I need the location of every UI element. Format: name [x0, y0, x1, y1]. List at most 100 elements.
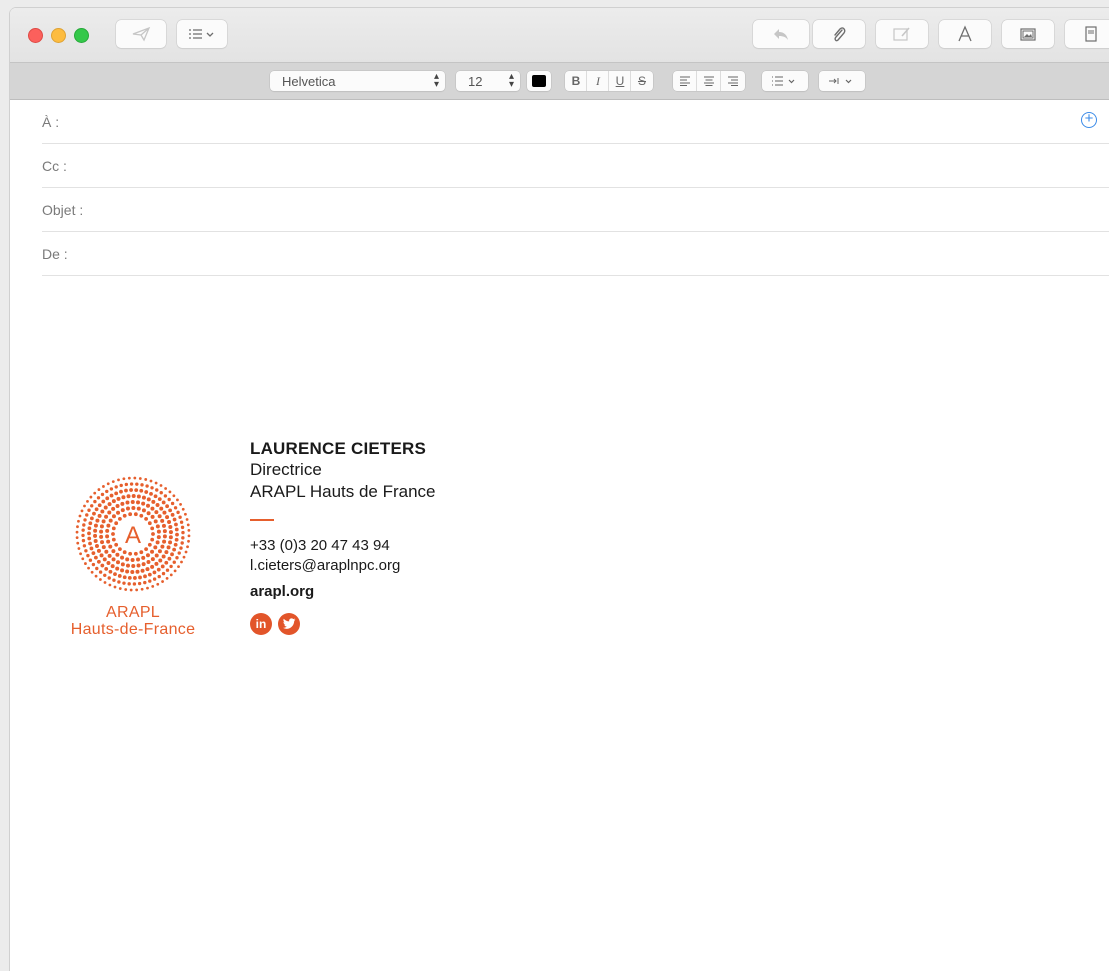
logo-dot — [96, 548, 101, 553]
logo-dot — [78, 514, 82, 518]
text-color-button[interactable] — [527, 71, 551, 91]
font-size-select[interactable]: 12 ▴ ▾ — [456, 71, 520, 91]
logo-dot — [146, 560, 151, 565]
send-button[interactable] — [116, 20, 166, 48]
logo-dot — [133, 512, 138, 517]
logo-dot — [157, 514, 162, 519]
logo-dot — [138, 477, 142, 480]
logo-dot — [88, 541, 92, 546]
logo-dot — [144, 547, 148, 552]
logo-dot — [145, 567, 150, 572]
logo-dot — [167, 497, 171, 502]
twitter-bird-icon — [282, 618, 295, 629]
markup-button[interactable] — [876, 20, 928, 48]
logo-dot — [87, 566, 90, 570]
logo-dot — [161, 571, 166, 576]
logo-dot — [99, 534, 104, 539]
italic-button[interactable]: I — [587, 71, 609, 91]
logo-dot — [88, 521, 93, 526]
logo-dot — [160, 518, 165, 523]
logo-dot — [108, 544, 113, 549]
signature-website[interactable]: arapl.org — [250, 583, 436, 600]
zoom-window-button[interactable] — [74, 28, 89, 43]
bold-button[interactable]: B — [565, 71, 587, 91]
logo-dot — [111, 499, 116, 504]
align-right-button[interactable] — [721, 71, 745, 91]
logo-dot — [155, 502, 160, 507]
logo-dot — [101, 499, 106, 504]
font-family-select[interactable]: Helvetica ▴ ▾ — [270, 71, 445, 91]
logo-dot — [144, 478, 148, 481]
logo-dot — [173, 542, 178, 547]
logo-dot — [106, 561, 111, 566]
logo-dot — [98, 578, 102, 581]
logo-dot — [173, 569, 177, 573]
underline-button[interactable]: U — [609, 71, 631, 91]
text-color-swatch — [532, 75, 546, 87]
align-left-button[interactable] — [673, 71, 697, 91]
logo-dot — [169, 564, 173, 569]
stationery-button[interactable] — [1065, 20, 1109, 48]
logo-dot — [94, 544, 99, 549]
twitter-icon[interactable] — [278, 612, 300, 635]
logo-dot — [99, 524, 104, 529]
logo-dot — [103, 505, 108, 510]
logo-dot — [94, 507, 99, 512]
window-controls — [28, 28, 89, 43]
header-fields-menu-button[interactable] — [177, 20, 227, 48]
logo-dot — [158, 558, 163, 563]
subject-field[interactable]: Objet : — [42, 188, 1109, 232]
logo-dot — [122, 575, 127, 580]
logo-dot — [180, 541, 184, 545]
logo-dot — [150, 557, 155, 562]
plus-circle-icon[interactable]: + — [1081, 111, 1097, 128]
logo-dot — [93, 491, 97, 495]
minimize-window-button[interactable] — [51, 28, 66, 43]
logo-dot — [109, 487, 114, 491]
style-buttons: B I U S — [565, 71, 653, 91]
logo-dot — [147, 521, 152, 526]
logo-dot — [95, 566, 99, 571]
indent-button[interactable] — [819, 71, 865, 91]
logo-dot — [156, 582, 160, 586]
logo-dot — [96, 496, 101, 500]
signature-phone: +33 (0)3 20 47 43 94 — [250, 536, 390, 554]
from-field[interactable]: De : — [42, 232, 1109, 276]
reply-button[interactable] — [753, 20, 809, 48]
list-style-button[interactable] — [762, 71, 808, 91]
signature-email[interactable]: l.cieters@araplnpc.org — [250, 556, 436, 576]
logo-dot — [118, 516, 122, 521]
logo-dot — [150, 526, 155, 531]
to-field[interactable]: À : + — [42, 100, 1109, 144]
logo-dot — [141, 495, 146, 500]
align-center-button[interactable] — [697, 71, 721, 91]
linkedin-icon[interactable]: in — [250, 612, 272, 635]
logo-dot — [173, 506, 178, 510]
logo-dot — [107, 502, 112, 507]
logo-dot — [156, 567, 161, 572]
logo-dot — [111, 537, 116, 542]
photo-browser-button[interactable] — [1002, 20, 1054, 48]
close-window-button[interactable] — [28, 28, 43, 43]
logo-dot — [120, 568, 125, 573]
logo-dot — [96, 559, 101, 564]
logo-dot — [136, 500, 141, 505]
logo-dot — [93, 499, 97, 504]
logo-dot — [93, 539, 98, 544]
logo-dot — [136, 557, 141, 562]
logo-dot — [87, 536, 92, 541]
logo-dot — [151, 585, 155, 588]
format-bar: Helvetica ▴ ▾ 12 ▴ ▾ B I U S — [10, 62, 1109, 100]
attach-button[interactable] — [813, 20, 865, 48]
logo-dot — [181, 536, 185, 540]
strikethrough-button[interactable]: S — [631, 71, 653, 91]
logo-line-1: ARAPL — [106, 604, 160, 621]
logo-dot — [152, 577, 157, 581]
logo-dot — [154, 561, 159, 566]
format-button[interactable] — [939, 20, 991, 48]
logo-dot — [167, 519, 172, 524]
logo-dot — [87, 526, 92, 531]
cc-field[interactable]: Cc : — [42, 144, 1109, 188]
logo-dot — [130, 569, 135, 574]
logo-dot — [100, 563, 105, 568]
